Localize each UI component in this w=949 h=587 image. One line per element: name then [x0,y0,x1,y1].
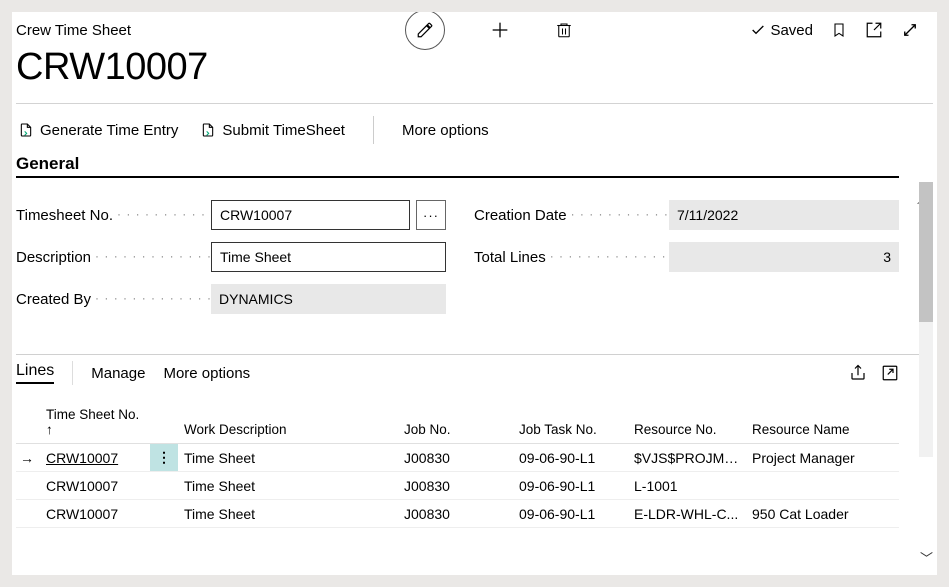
cell[interactable] [746,472,899,500]
row-indicator-arrow-icon: → [20,450,34,466]
cell[interactable]: Project Manager [746,444,899,472]
row-actions-button[interactable] [150,500,178,528]
top-center-actions [405,12,573,50]
page-title: CRW10007 [12,46,937,103]
popout-icon [881,364,899,382]
saved-indicator: Saved [750,22,813,39]
creation-date-value: 7/11/2022 [669,200,899,230]
topbar: Crew Time Sheet Saved [12,12,937,46]
cell[interactable]: 09-06-90-L1 [513,444,628,472]
lines-more-options-button[interactable]: More options [163,365,250,382]
row-actions-button[interactable]: ⋮ [150,444,178,472]
lines-table: Time Sheet No. ↑ Work Description Job No… [16,397,899,528]
check-icon [750,22,766,38]
created-by-value: DYNAMICS [211,284,446,314]
cell[interactable]: Time Sheet [178,472,398,500]
cell[interactable]: $VJS$PROJMGR [628,444,746,472]
col-job-no[interactable]: Job No. [398,397,513,444]
saved-label: Saved [770,22,813,39]
page-card: Crew Time Sheet Saved [12,12,937,575]
col-resource-name[interactable]: Resource Name [746,397,899,444]
bookmark-icon [831,20,847,40]
total-lines-label: Total Lines [474,249,669,266]
detach-button[interactable] [881,364,899,382]
cell[interactable]: 09-06-90-L1 [513,500,628,528]
scroll-down-list-button[interactable]: ﹀ [920,548,933,567]
cell[interactable]: Time Sheet [178,444,398,472]
timesheet-no-input[interactable] [211,200,410,230]
expand-button[interactable] [901,21,919,39]
share-icon [849,364,867,382]
timesheet-no-lookup-button[interactable]: ··· [416,200,446,230]
total-lines-value: 3 [669,242,899,272]
timesheet-no-label: Timesheet No. [16,207,211,224]
cell[interactable]: J00830 [398,444,513,472]
trash-icon [555,20,573,40]
popout-icon [865,21,883,39]
divider [72,361,73,385]
col-job-task-no[interactable]: Job Task No. [513,397,628,444]
lines-manage-button[interactable]: Manage [91,365,145,382]
generate-time-entry-button[interactable]: Generate Time Entry [18,121,178,139]
document-arrow-icon [200,121,216,139]
timesheet-no-link[interactable]: CRW10007 [46,450,118,466]
creation-date-label: Creation Date [474,207,669,224]
row-actions-button[interactable] [150,472,178,500]
lines-bar: Lines Manage More options [16,354,933,391]
cell[interactable]: J00830 [398,472,513,500]
created-by-label: Created By [16,291,211,308]
new-button[interactable] [489,19,511,41]
edit-button[interactable] [405,12,445,50]
cell[interactable]: E-LDR-WHL-C... [628,500,746,528]
bookmark-button[interactable] [831,20,847,40]
breadcrumb: Crew Time Sheet [16,22,131,39]
pencil-icon [416,21,434,39]
col-work-description[interactable]: Work Description [178,397,398,444]
table-row[interactable]: CRW10007Time SheetJ0083009-06-90-L1L-100… [16,472,899,500]
more-options-button[interactable]: More options [402,122,489,139]
table-row[interactable]: → CRW10007 ⋮Time SheetJ0083009-06-90-L1$VJ… [16,444,899,472]
submit-label: Submit TimeSheet [222,122,345,139]
plus-icon [489,19,511,41]
section-general-title[interactable]: General [16,150,899,178]
description-input[interactable] [211,242,446,272]
document-arrow-icon [18,121,34,139]
table-row[interactable]: CRW10007Time SheetJ0083009-06-90-L1E-LDR… [16,500,899,528]
col-resource-no[interactable]: Resource No. [628,397,746,444]
cell[interactable]: 09-06-90-L1 [513,472,628,500]
col-timesheet-no[interactable]: Time Sheet No. ↑ [16,397,150,444]
cell[interactable]: L-1001 [628,472,746,500]
divider [16,103,933,104]
share-button[interactable] [849,364,867,382]
description-label: Description [16,249,211,266]
cell[interactable]: 950 Cat Loader [746,500,899,528]
vertical-scrollbar[interactable] [919,182,933,457]
delete-button[interactable] [555,20,573,40]
more-label: More options [402,122,489,139]
spacer [16,324,933,354]
submit-timesheet-button[interactable]: Submit TimeSheet [200,121,345,139]
cell[interactable]: Time Sheet [178,500,398,528]
expand-icon [901,21,919,39]
content: Generate Time Entry Submit TimeSheet Mor… [12,103,937,528]
cell[interactable]: J00830 [398,500,513,528]
popout-button[interactable] [865,21,883,39]
generate-label: Generate Time Entry [40,122,178,139]
lines-title[interactable]: Lines [16,362,54,384]
divider [373,116,374,144]
action-bar: Generate Time Entry Submit TimeSheet Mor… [16,112,933,150]
scroll-thumb[interactable] [919,182,933,322]
top-right-actions: Saved [750,20,919,40]
col-actions [150,397,178,444]
general-fields: Timesheet No. ··· Description Created By… [16,178,899,324]
